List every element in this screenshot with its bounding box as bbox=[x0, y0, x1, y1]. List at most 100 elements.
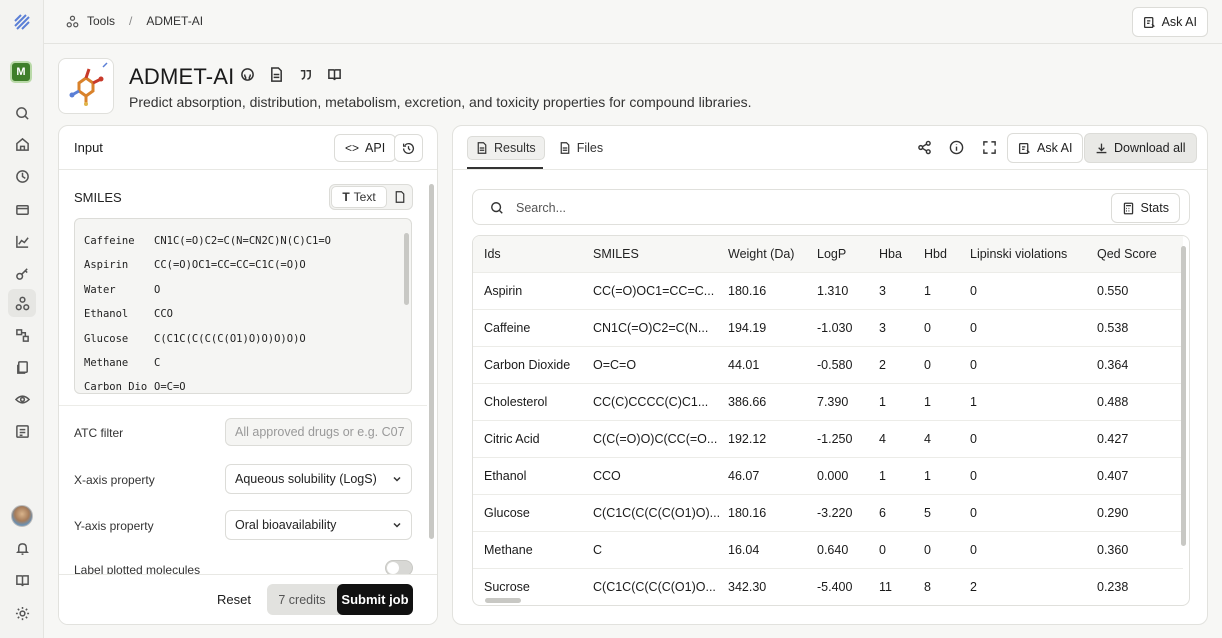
search-icon[interactable] bbox=[12, 103, 32, 123]
table-row[interactable]: Glucose C(C1C(C(C(C(O1)O)... 180.16 -3.220 6… bbox=[473, 495, 1183, 532]
column-header[interactable]: Weight (Da) bbox=[728, 247, 794, 261]
column-header[interactable]: Qed Score bbox=[1097, 247, 1157, 261]
table-row[interactable]: Methane C 16.04 0.640 0 0 0 0.360 bbox=[473, 532, 1183, 569]
table-cell: 0 bbox=[970, 543, 977, 557]
breadcrumb-tools-link[interactable]: Tools bbox=[87, 14, 115, 28]
table-cell: O=C=O bbox=[593, 358, 637, 372]
column-header[interactable]: Hba bbox=[879, 247, 902, 261]
table-cell: 0.407 bbox=[1097, 469, 1129, 483]
panel-scrollbar[interactable] bbox=[429, 184, 434, 539]
textarea-scrollbar[interactable] bbox=[404, 233, 409, 305]
column-header[interactable]: Hbd bbox=[924, 247, 947, 261]
smiles-line: Ethanol CCO bbox=[84, 308, 173, 320]
org-avatar[interactable]: M bbox=[10, 61, 32, 83]
search-input[interactable]: Search... bbox=[516, 201, 566, 215]
share-icon[interactable] bbox=[917, 140, 932, 155]
x-axis-select[interactable]: Aqueous solubility (LogS) bbox=[225, 464, 412, 494]
table-cell: C(C1C(C(C(C(O1)O)... bbox=[593, 506, 721, 520]
download-all-button[interactable]: Download all bbox=[1084, 133, 1197, 163]
table-row[interactable]: Cholesterol CC(C)CCCC(C)C1... 386.66 7.390 1… bbox=[473, 384, 1183, 421]
book-icon[interactable] bbox=[327, 67, 342, 82]
fullscreen-icon[interactable] bbox=[982, 140, 997, 155]
table-row[interactable]: Sucrose C(C1C(C(C(C(O1)O... 342.30 -5.400 11… bbox=[473, 569, 1183, 605]
quote-icon[interactable] bbox=[298, 67, 313, 82]
stats-button[interactable]: Stats bbox=[1110, 193, 1180, 223]
files-icon[interactable] bbox=[12, 357, 32, 377]
table-cell: Carbon Dioxide bbox=[484, 358, 571, 372]
smiles-line: Methane C bbox=[84, 357, 161, 369]
tab-results[interactable]: Results bbox=[467, 136, 545, 160]
workflow-icon[interactable] bbox=[12, 325, 32, 345]
gear-icon[interactable] bbox=[12, 603, 32, 623]
breadcrumb-current: ADMET-AI bbox=[146, 14, 204, 28]
results-ask-ai-button[interactable]: Ask AI bbox=[1007, 133, 1084, 163]
calculator-icon bbox=[1123, 202, 1133, 214]
y-axis-label: Y-axis property bbox=[74, 519, 154, 533]
tab-files-label: Files bbox=[576, 141, 604, 155]
table-cell: 2 bbox=[879, 358, 886, 372]
table-scrollbar-vertical[interactable] bbox=[1181, 246, 1186, 546]
table-row[interactable]: Citric Acid C(C(=O)O)C(CC(=O... 192.12 -1.2… bbox=[473, 421, 1183, 458]
column-header[interactable]: Ids bbox=[484, 247, 501, 261]
table-cell: Caffeine bbox=[484, 321, 531, 335]
key-icon[interactable] bbox=[12, 263, 32, 283]
results-ask-ai-label: Ask AI bbox=[1037, 141, 1073, 155]
user-avatar[interactable] bbox=[11, 505, 33, 527]
github-icon[interactable] bbox=[240, 67, 255, 82]
document-icon[interactable] bbox=[269, 67, 284, 82]
table-cell: 2 bbox=[970, 580, 977, 594]
eye-icon[interactable] bbox=[12, 389, 32, 409]
table-cell: Methane bbox=[484, 543, 533, 557]
x-axis-value: Aqueous solubility (LogS) bbox=[235, 472, 377, 486]
notes-icon[interactable] bbox=[12, 421, 32, 441]
table-cell: 0 bbox=[970, 321, 977, 335]
chart-icon[interactable] bbox=[12, 231, 32, 251]
y-axis-value: Oral bioavailability bbox=[235, 518, 337, 532]
column-header[interactable]: LogP bbox=[817, 247, 846, 261]
table-cell: Glucose bbox=[484, 506, 530, 520]
tab-files[interactable]: Files bbox=[551, 136, 611, 160]
download-icon bbox=[1096, 143, 1107, 153]
submit-job-button[interactable]: Submit job bbox=[337, 584, 413, 615]
book-icon[interactable] bbox=[12, 570, 32, 590]
table-row[interactable]: Ethanol CCO 46.07 0.000 1 1 0 0.407 bbox=[473, 458, 1183, 495]
column-header[interactable]: Lipinski violations bbox=[970, 247, 1067, 261]
tools-icon bbox=[66, 15, 79, 27]
table-cell: 0.488 bbox=[1097, 395, 1129, 409]
chevron-down-icon bbox=[393, 522, 401, 528]
bell-icon[interactable] bbox=[12, 538, 32, 558]
text-mode-button[interactable]: T Text bbox=[331, 186, 387, 208]
reset-button[interactable]: Reset bbox=[217, 592, 251, 607]
column-header[interactable]: SMILES bbox=[593, 247, 639, 261]
history-icon[interactable] bbox=[12, 166, 32, 186]
table-row[interactable]: Caffeine CN1C(=O)C2=C(N... 194.19 -1.030 3 0 0… bbox=[473, 310, 1183, 347]
active-tab-underline bbox=[467, 167, 543, 169]
smiles-textarea[interactable]: Caffeine CN1C(=O)C2=C(N=CN2C)N(C)C1=O Asp… bbox=[74, 218, 412, 394]
atc-filter-label: ATC filter bbox=[74, 426, 124, 440]
history-button[interactable] bbox=[394, 134, 423, 162]
table-cell: 0 bbox=[970, 506, 977, 520]
table-cell: -0.580 bbox=[817, 358, 853, 372]
table-cell: 1 bbox=[924, 284, 931, 298]
logo-icon[interactable] bbox=[12, 12, 32, 32]
atc-filter-input[interactable]: All approved drugs or e.g. C07 bbox=[225, 418, 412, 446]
table-row[interactable]: Aspirin CC(=O)OC1=CC=C... 180.16 1.310 3 1 0 0.… bbox=[473, 273, 1183, 310]
table-scrollbar-horizontal[interactable] bbox=[485, 598, 521, 603]
card-icon[interactable] bbox=[12, 199, 32, 219]
api-button[interactable]: <> API bbox=[334, 134, 397, 162]
x-axis-label: X-axis property bbox=[74, 473, 155, 487]
table-cell: C(C(=O)O)C(CC(=O... bbox=[593, 432, 718, 446]
info-icon[interactable] bbox=[949, 140, 964, 155]
file-mode-button[interactable] bbox=[388, 185, 412, 209]
table-row[interactable]: Carbon Dioxide O=C=O 44.01 -0.580 2 0 0 0.364 bbox=[473, 347, 1183, 384]
tools-icon[interactable] bbox=[8, 289, 36, 317]
table-cell: Ethanol bbox=[484, 469, 527, 483]
table-cell: 0 bbox=[924, 321, 931, 335]
ask-ai-button[interactable]: Ask AI bbox=[1131, 7, 1208, 37]
home-icon[interactable] bbox=[12, 134, 32, 154]
table-cell: 1.310 bbox=[817, 284, 849, 298]
page-subtitle: Predict absorption, distribution, metabo… bbox=[129, 94, 752, 110]
y-axis-select[interactable]: Oral bioavailability bbox=[225, 510, 412, 540]
table-cell: 0 bbox=[879, 543, 886, 557]
tab-results-label: Results bbox=[494, 141, 536, 155]
